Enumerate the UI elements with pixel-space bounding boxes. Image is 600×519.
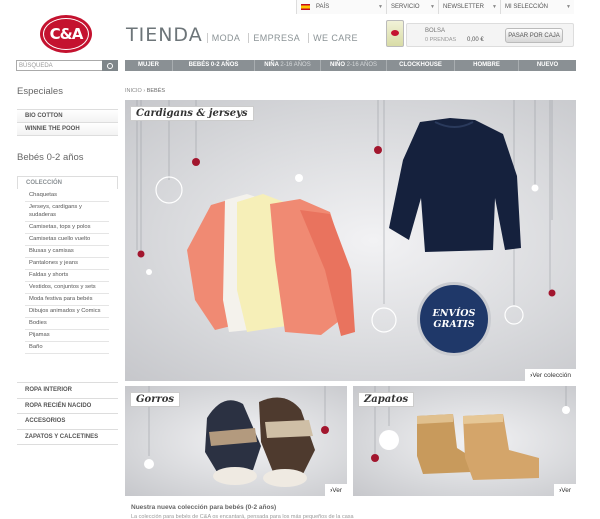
envios-line2: GRATIS (433, 319, 475, 330)
collection-description-text: La colección para bebés de C&A os encant… (131, 514, 354, 519)
bebes-heading: Bebés 0-2 años (17, 152, 84, 163)
breadcrumb: INICIO › BEBÉS (125, 88, 166, 94)
gorros-banner[interactable]: Gorros Ver (125, 386, 347, 496)
main-banner[interactable]: Cardigans & jerseys ENVÍOS GRATIS Ver co… (125, 100, 576, 381)
sidebar-item-zapatos-calcetines[interactable]: ZAPATOS Y CALCETINES (17, 430, 118, 445)
newsletter-label: NEWSLETTER (443, 4, 485, 10)
breadcrumb-home[interactable]: INICIO (125, 88, 142, 94)
sidebar-subitem[interactable]: Dibujos animados y Comics (25, 306, 109, 318)
ca-logo[interactable]: C&A (40, 15, 92, 53)
country-label: PAÍS (316, 4, 330, 10)
spain-flag-icon (301, 4, 310, 10)
shopping-bag-summary: BOLSA 0 PRENDAS 0,00 € PASAR POR CAJA (406, 23, 574, 47)
bag-item-count: 0 PRENDAS (425, 37, 457, 43)
nav-clockhouse[interactable]: CLOCKHOUSE (387, 60, 455, 71)
zapatos-banner[interactable]: Zapatos Ver (353, 386, 576, 496)
nav-nina-age: 2-16 AÑOS (280, 62, 311, 68)
bag-total: 0,00 € (467, 37, 484, 43)
service-label: SERVICIO (391, 4, 420, 10)
utility-bar: PAÍS ▼ SERVICIO ▼ NEWSLETTER ▼ MI SELECC… (296, 0, 574, 14)
sidebar-item-coleccion[interactable]: COLECCIÓN (17, 176, 118, 189)
my-selection-menu[interactable]: MI SELECCIÓN ▼ (500, 0, 574, 14)
chevron-down-icon: ▼ (430, 4, 435, 10)
search-box[interactable]: BÚSQUEDA (16, 60, 118, 71)
gorros-label: Gorros (130, 392, 181, 407)
empresa-link[interactable]: EMPRESA (248, 33, 304, 43)
bag-title: BOLSA (425, 28, 446, 34)
sidebar-item-ropa-interior[interactable]: ROPA INTERIOR (17, 383, 118, 399)
sidebar-subitem[interactable]: Chaquetas (25, 190, 109, 202)
coleccion-subitems: Chaquetas Jerseys, cardigans y sudaderas C… (25, 190, 109, 354)
main-nav: MUJER BEBÉS 0-2 AÑOS NIÑA 2-16 AÑOS NIÑO… (125, 60, 576, 71)
shopping-bag-icon[interactable] (386, 20, 404, 47)
nav-hombre[interactable]: HOMBRE (455, 60, 519, 71)
zapatos-ver-link[interactable]: Ver (554, 484, 576, 496)
sidebar-item-ropa-recien-nacido[interactable]: ROPA RECIÉN NACIDO (17, 399, 118, 414)
ver-coleccion-link[interactable]: Ver colección (525, 369, 576, 381)
checkout-button[interactable]: PASAR POR CAJA (505, 28, 563, 43)
especiales-list: BIO COTTON WINNIE THE POOH (17, 109, 118, 136)
sidebar-subitem[interactable]: Blusas y camisas (25, 246, 109, 258)
free-shipping-badge[interactable]: ENVÍOS GRATIS (417, 282, 491, 356)
cardigans-jerseys-label: Cardigans & jerseys (130, 106, 254, 121)
especiales-heading: Especiales (17, 86, 63, 97)
collection-description-title: Nuestra nueva colección para bebés (0-2 … (131, 504, 277, 511)
breadcrumb-current: BEBÉS (146, 88, 166, 94)
newsletter-link[interactable]: NEWSLETTER ▼ (438, 0, 500, 14)
sidebar-item-bio-cotton[interactable]: BIO COTTON (17, 110, 118, 123)
search-button[interactable] (102, 60, 118, 71)
nav-mujer[interactable]: MUJER (125, 60, 173, 71)
search-icon (107, 62, 113, 69)
sidebar-subitem[interactable]: Vestidos, conjuntos y sets (25, 282, 109, 294)
search-input[interactable]: BÚSQUEDA (19, 63, 53, 69)
sidebar-subitem[interactable]: Faldas y shorts (25, 270, 109, 282)
main-banner-illustration (136, 100, 556, 336)
envios-line1: ENVÍOS (432, 308, 476, 319)
sidebar-subitem[interactable]: Camisetas, tops y polos (25, 222, 109, 234)
chevron-down-icon: ▼ (566, 4, 571, 10)
gorros-ver-link[interactable]: Ver (325, 484, 347, 496)
category-list: ROPA INTERIOR ROPA RECIÉN NACIDO ACCESOR… (17, 382, 118, 445)
sidebar-subitem[interactable]: Jerseys, cardigans y sudaderas (25, 202, 109, 222)
nav-nuevo[interactable]: NUEVO (519, 60, 576, 71)
nav-nina[interactable]: NIÑA 2-16 AÑOS (255, 60, 321, 71)
tienda-title[interactable]: TIENDA (126, 24, 203, 46)
nav-nino-age: 2-16 AÑOS (346, 62, 378, 68)
nav-nino-label: NIÑO (329, 62, 345, 68)
sidebar-subitem[interactable]: Baño (25, 342, 109, 354)
nav-nino[interactable]: NIÑO 2-16 AÑOS (321, 60, 387, 71)
nav-nina-label: NIÑA (264, 62, 279, 68)
service-menu[interactable]: SERVICIO ▼ (386, 0, 438, 14)
country-selector[interactable]: PAÍS ▼ (296, 0, 386, 14)
brand-nav: TIENDA MODA EMPRESA WE CARE (126, 24, 362, 46)
sidebar-subitem[interactable]: Pantalones y jeans (25, 258, 109, 270)
moda-link[interactable]: MODA (206, 33, 245, 43)
sidebar-subitem[interactable]: Bodies (25, 318, 109, 330)
my-selection-label: MI SELECCIÓN (505, 4, 549, 10)
sidebar-subitem[interactable]: Pijamas (25, 330, 109, 342)
sidebar-item-accesorios[interactable]: ACCESORIOS (17, 414, 118, 430)
sidebar-subitem[interactable]: Camisetas cuello vuelto (25, 234, 109, 246)
chevron-down-icon: ▼ (492, 4, 497, 10)
zapatos-label: Zapatos (358, 392, 415, 407)
sidebar-subitem[interactable]: Moda festiva para bebés (25, 294, 109, 306)
logo-text: C&A (49, 25, 84, 43)
we-care-link[interactable]: WE CARE (308, 33, 362, 43)
chevron-down-icon: ▼ (378, 4, 383, 10)
nav-bebes[interactable]: BEBÉS 0-2 AÑOS (173, 60, 255, 71)
sidebar-item-winnie[interactable]: WINNIE THE POOH (17, 123, 118, 136)
